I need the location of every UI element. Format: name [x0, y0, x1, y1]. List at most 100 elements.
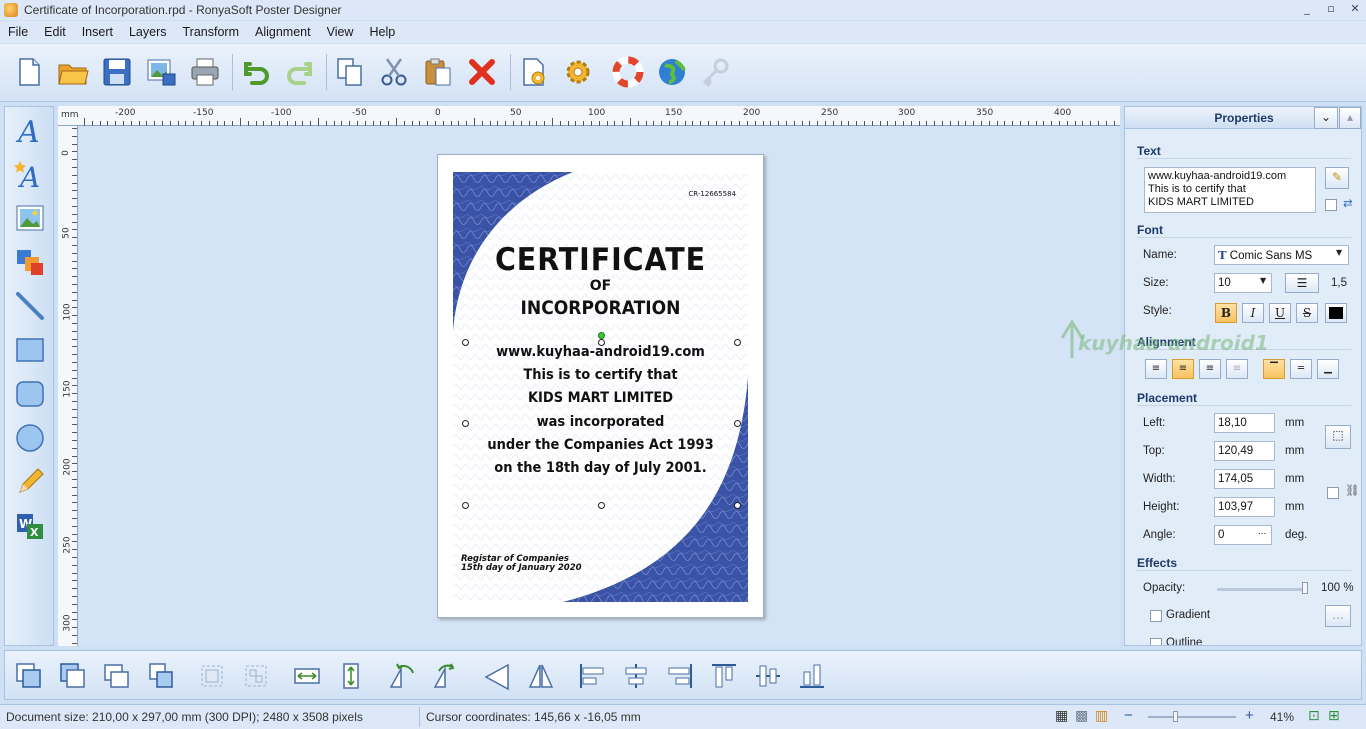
open-folder-icon[interactable]: [53, 52, 93, 92]
keep-ratio-checkbox[interactable]: [1327, 487, 1339, 499]
zoom-slider-thumb[interactable]: [1173, 711, 1178, 722]
group-icon[interactable]: [195, 659, 229, 693]
width-input[interactable]: 174,05: [1214, 469, 1275, 489]
align-objects-right-icon[interactable]: [663, 659, 697, 693]
opacity-slider-thumb[interactable]: [1302, 582, 1308, 594]
align-objects-bottom-icon[interactable]: [795, 659, 829, 693]
restore-button[interactable]: ▫: [1322, 2, 1340, 16]
print-icon[interactable]: [185, 52, 225, 92]
resize-handle[interactable]: [734, 420, 741, 427]
line-spacing-icon[interactable]: ☰: [1285, 273, 1319, 293]
flip-horizontal-icon[interactable]: [480, 659, 514, 693]
web-globe-icon[interactable]: [652, 52, 692, 92]
ungroup-icon[interactable]: [239, 659, 273, 693]
menu-help[interactable]: Help: [369, 25, 395, 39]
save-icon[interactable]: [97, 52, 137, 92]
line-tool-icon[interactable]: [12, 288, 48, 324]
help-lifebuoy-icon[interactable]: [608, 52, 648, 92]
text-content-input[interactable]: www.kuyhaa-android19.com This is to cert…: [1144, 167, 1316, 213]
ruler-tick: [552, 118, 553, 126]
cut-icon[interactable]: [374, 52, 414, 92]
resize-handle[interactable]: [462, 420, 469, 427]
actual-size-icon[interactable]: ⊞: [1328, 708, 1340, 724]
fit-to-page-icon[interactable]: ⬚: [1325, 425, 1351, 449]
wrap-checkbox[interactable]: [1325, 199, 1337, 211]
certificate-number: CR-12665584: [688, 190, 736, 198]
grid-view-icon[interactable]: ▦: [1055, 708, 1068, 724]
height-input[interactable]: 103,97: [1214, 497, 1275, 517]
paste-icon[interactable]: [418, 52, 458, 92]
resize-handle[interactable]: [598, 502, 605, 509]
flip-vertical-icon[interactable]: [524, 659, 558, 693]
align-objects-center-icon[interactable]: [619, 659, 653, 693]
minimize-button[interactable]: _: [1298, 2, 1316, 16]
image-tool-icon[interactable]: [12, 200, 48, 236]
delete-icon[interactable]: [462, 52, 502, 92]
menu-edit[interactable]: Edit: [44, 25, 66, 39]
scroll-up-icon[interactable]: ▴: [1339, 107, 1361, 129]
gradient-settings-button[interactable]: ...: [1325, 605, 1351, 627]
align-objects-left-icon[interactable]: [575, 659, 609, 693]
angle-picker-button[interactable]: ...: [1258, 526, 1266, 537]
new-document-icon[interactable]: [9, 52, 49, 92]
resize-handle[interactable]: [598, 339, 605, 346]
export-image-icon[interactable]: [141, 52, 181, 92]
align-objects-middle-icon[interactable]: [751, 659, 785, 693]
bring-forward-icon[interactable]: [100, 659, 134, 693]
close-button[interactable]: ✕: [1346, 2, 1364, 16]
collapse-chevron-icon[interactable]: ⌄: [1314, 107, 1338, 129]
opacity-slider[interactable]: [1217, 588, 1305, 591]
redo-icon[interactable]: [280, 52, 320, 92]
pencil-tool-icon[interactable]: [12, 464, 48, 500]
send-to-back-icon[interactable]: [56, 659, 90, 693]
resize-handle[interactable]: [734, 339, 741, 346]
menu-view[interactable]: View: [327, 25, 354, 39]
resize-handle[interactable]: [462, 502, 469, 509]
strikethrough-button[interactable]: S: [1296, 303, 1318, 323]
rectangle-tool-icon[interactable]: [12, 332, 48, 368]
poster-page[interactable]: CR-12665584 CERTIFICATE OF INCORPORATION…: [437, 154, 764, 618]
edit-text-icon[interactable]: ✎: [1325, 167, 1349, 189]
rounded-rectangle-tool-icon[interactable]: [12, 376, 48, 412]
resize-handle[interactable]: [462, 339, 469, 346]
valign-middle-icon[interactable]: ═: [1290, 359, 1312, 379]
zoom-in-button[interactable]: +: [1245, 707, 1254, 724]
rotate-handle[interactable]: [598, 332, 605, 339]
document-settings-icon[interactable]: [514, 52, 554, 92]
send-backward-icon[interactable]: [144, 659, 178, 693]
undo-icon[interactable]: [236, 52, 276, 92]
align-objects-top-icon[interactable]: [707, 659, 741, 693]
left-input[interactable]: 18,10: [1214, 413, 1275, 433]
menu-file[interactable]: File: [8, 25, 28, 39]
key-icon[interactable]: [696, 52, 736, 92]
copy-icon[interactable]: [330, 52, 370, 92]
rotate-right-icon[interactable]: [429, 659, 463, 693]
resize-handle[interactable]: [734, 502, 741, 509]
fit-width-icon[interactable]: [290, 659, 324, 693]
settings-gear-icon[interactable]: [558, 52, 598, 92]
outline-checkbox[interactable]: [1150, 638, 1162, 645]
office-import-icon[interactable]: WX: [12, 508, 48, 544]
menu-insert[interactable]: Insert: [82, 25, 113, 39]
ellipse-tool-icon[interactable]: [12, 420, 48, 456]
zoom-slider[interactable]: [1148, 716, 1236, 718]
font-color-button[interactable]: [1325, 303, 1347, 323]
bring-to-front-icon[interactable]: [12, 659, 46, 693]
valign-bottom-icon[interactable]: ▁: [1317, 359, 1339, 379]
text-tool-icon[interactable]: A: [12, 112, 48, 148]
rotate-left-icon[interactable]: [385, 659, 419, 693]
font-name-select[interactable]: T Comic Sans MS: [1214, 245, 1349, 265]
layers-tool-icon[interactable]: [12, 244, 48, 280]
rulers-toggle-icon[interactable]: ▥: [1095, 708, 1108, 724]
underline-button[interactable]: U: [1269, 303, 1291, 323]
gradient-checkbox[interactable]: [1150, 610, 1162, 622]
menu-layers[interactable]: Layers: [129, 25, 167, 39]
dots-grid-icon[interactable]: ▩: [1075, 708, 1088, 724]
art-text-tool-icon[interactable]: A: [12, 156, 48, 192]
top-input[interactable]: 120,49: [1214, 441, 1275, 461]
fit-height-icon[interactable]: [334, 659, 368, 693]
fit-page-icon[interactable]: ⊡: [1308, 708, 1320, 724]
zoom-out-button[interactable]: −: [1124, 707, 1133, 724]
menu-alignment[interactable]: Alignment: [255, 25, 311, 39]
menu-transform[interactable]: Transform: [183, 25, 240, 39]
